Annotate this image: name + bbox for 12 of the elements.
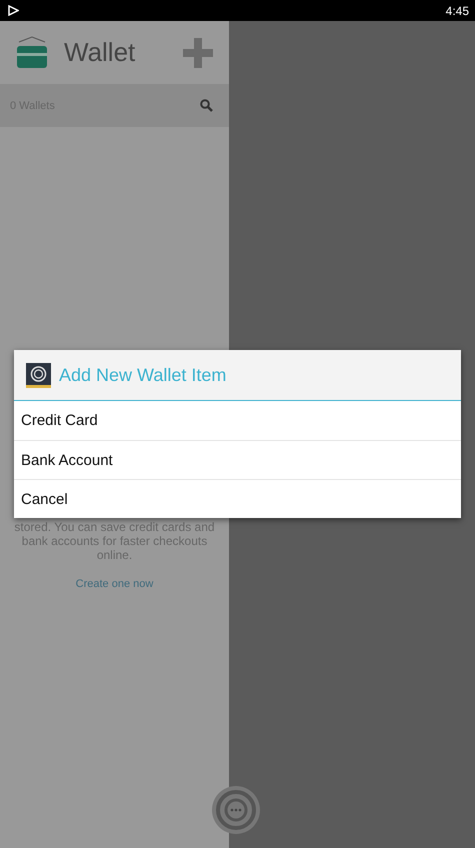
app-logo-icon (26, 362, 51, 388)
add-icon[interactable] (183, 38, 213, 68)
dialog-option[interactable]: Cancel (14, 479, 461, 518)
search-icon[interactable] (200, 99, 213, 112)
wallet-icon (16, 36, 48, 70)
clock-time: 4:45 (446, 4, 469, 18)
app-title: Wallet (64, 37, 136, 68)
chat-button-icon[interactable] (211, 785, 261, 835)
play-store-icon (8, 5, 19, 16)
dialog-option[interactable]: Credit Card (14, 401, 461, 440)
dialog-option[interactable]: Bank Account (14, 440, 461, 479)
dialog-title: Add New Wallet Item (59, 364, 226, 386)
